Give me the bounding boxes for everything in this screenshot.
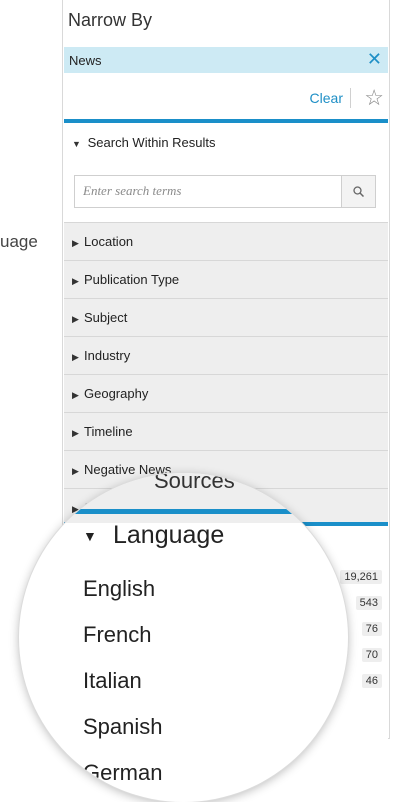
facet-label: Subject [84,310,128,325]
facet-industry[interactable]: ▶ Industry [64,336,388,374]
caret-right-icon: ▶ [72,390,79,400]
clear-row: Clear ☆ [64,84,388,114]
caret-right-icon: ▶ [72,314,79,324]
search-within-heading: Search Within Results [87,135,216,150]
count-badge: 19,261 [340,570,382,584]
search-within-input[interactable] [75,176,353,205]
caret-right-icon: ▶ [72,276,79,286]
facet-subject[interactable]: ▶ Subject [64,298,388,336]
search-icon [353,186,364,197]
count-badge: 46 [361,674,382,688]
count-badge: 70 [361,648,382,662]
facet-label: Industry [84,348,131,363]
search-box [74,175,376,208]
language-option-english[interactable]: English [83,576,155,602]
count-badge: 543 [355,596,382,610]
facet-location[interactable]: ▶ Location [64,222,388,260]
search-within-toggle[interactable]: ▼ Search Within Results [72,135,216,150]
caret-right-icon: ▶ [72,352,79,362]
clear-link[interactable]: Clear [310,90,343,106]
magnified-sources-label: Sources [154,473,235,493]
language-option-italian[interactable]: Italian [83,668,142,694]
facet-label: Publication Type [84,272,180,287]
language-option-spanish[interactable]: Spanish [83,714,163,740]
count-badge: 76 [361,622,382,636]
caret-right-icon: ▶ [72,428,79,438]
search-button[interactable] [341,176,375,207]
panel-title: Narrow By [68,10,153,30]
accent-bar [19,509,348,514]
facet-geography[interactable]: ▶ Geography [64,374,388,412]
remove-filter-close-icon[interactable]: ✕ [367,49,382,70]
language-option-french[interactable]: French [83,622,151,648]
facet-label: Location [84,234,134,249]
language-heading-label: Language [113,521,225,549]
facet-label: Geography [84,386,149,401]
search-within-section: ▼ Search Within Results [64,119,388,225]
caret-right-icon: ▶ [72,238,79,248]
magnifier-lens: Sources ▼ Language English French Italian… [19,473,348,802]
magnified-sources-row: Sources [19,473,348,523]
star-icon[interactable]: ☆ [364,85,384,111]
caret-down-icon: ▼ [83,528,97,545]
active-filter-label: News [69,53,102,68]
cropped-language-label: uage [0,232,38,251]
language-option-german[interactable]: German [83,760,162,786]
facet-label: Timeline [84,424,133,439]
active-filter-chip: News ✕ [64,47,388,73]
divider [350,88,351,108]
facet-timeline[interactable]: ▶ Timeline [64,412,388,450]
language-heading[interactable]: ▼ Language [83,521,224,550]
caret-down-icon: ▼ [72,139,81,149]
facet-publication-type[interactable]: ▶ Publication Type [64,260,388,298]
